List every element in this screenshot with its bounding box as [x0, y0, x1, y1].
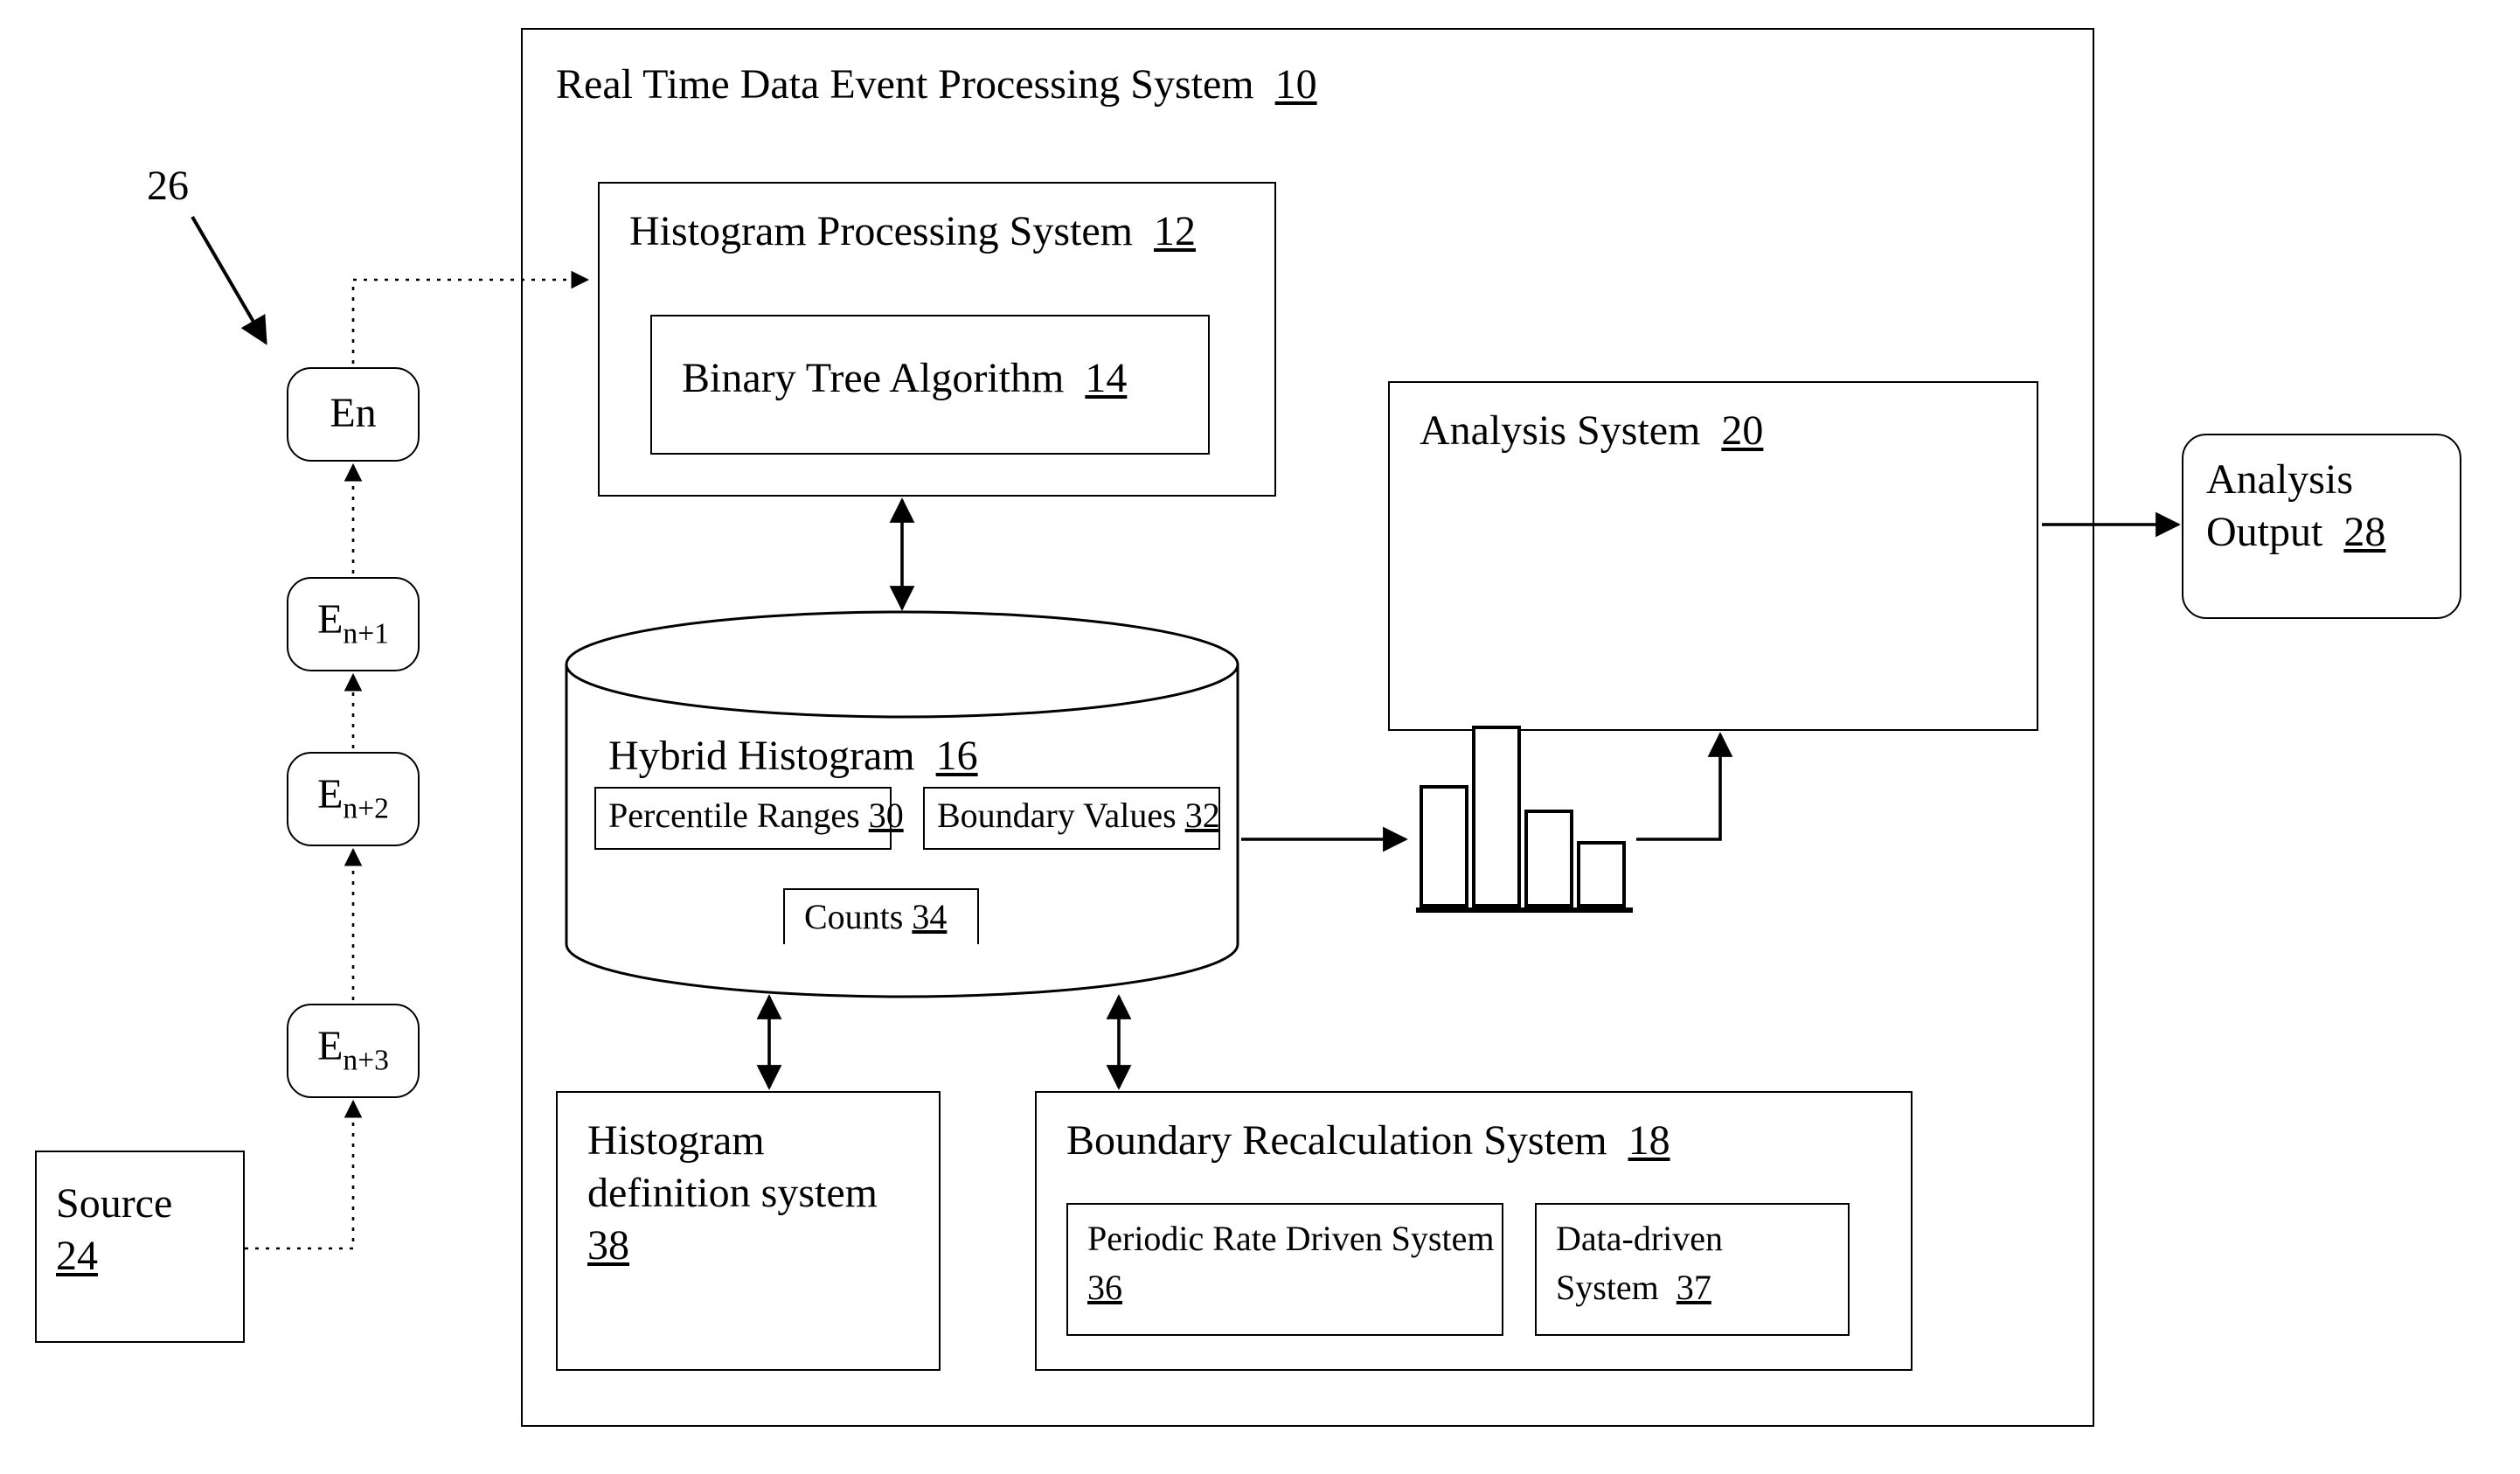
hdef-line2: definition system [587, 1172, 878, 1219]
event-en3-box: En+3 [287, 1004, 420, 1098]
bta-title: Binary Tree Algorithm 14 [682, 357, 1127, 404]
cyl-title: Hybrid Histogram 16 [608, 734, 978, 782]
system-title: Real Time Data Event Processing System 1… [556, 63, 1317, 110]
dds-line1: Data-driven [1556, 1220, 1723, 1261]
ref-26: 26 [147, 164, 189, 212]
event-en-box: En [287, 367, 420, 462]
prd-line1: Periodic Rate Driven System [1087, 1220, 1494, 1261]
analysis-title: Analysis System 20 [1420, 409, 1763, 456]
event-en1-box: En+1 [287, 577, 420, 671]
event-en-label: En [330, 391, 376, 438]
hps-title: Histogram Processing System 12 [629, 210, 1196, 257]
event-en3-label: En+3 [317, 1024, 389, 1078]
event-en2-box: En+2 [287, 752, 420, 846]
cnt-title: Counts 34 [804, 899, 947, 939]
prd-num: 36 [1087, 1269, 1122, 1310]
dds-line2: System 37 [1556, 1269, 1711, 1310]
event-en2-label: En+2 [317, 772, 389, 826]
aout-line1: Analysis [2206, 458, 2353, 505]
brs-title: Boundary Recalculation System 18 [1066, 1119, 1670, 1166]
hdef-num: 38 [587, 1224, 629, 1271]
bar-chart-icon [1416, 720, 1643, 913]
aout-line2: Output 28 [2206, 511, 2385, 558]
source-text: Source [56, 1182, 172, 1229]
pr-title: Percentile Ranges 30 [608, 797, 904, 838]
bv-title: Boundary Values 32 [937, 797, 1220, 838]
source-num: 24 [56, 1234, 98, 1282]
event-en1-label: En+1 [317, 597, 389, 651]
hdef-line1: Histogram [587, 1119, 765, 1166]
